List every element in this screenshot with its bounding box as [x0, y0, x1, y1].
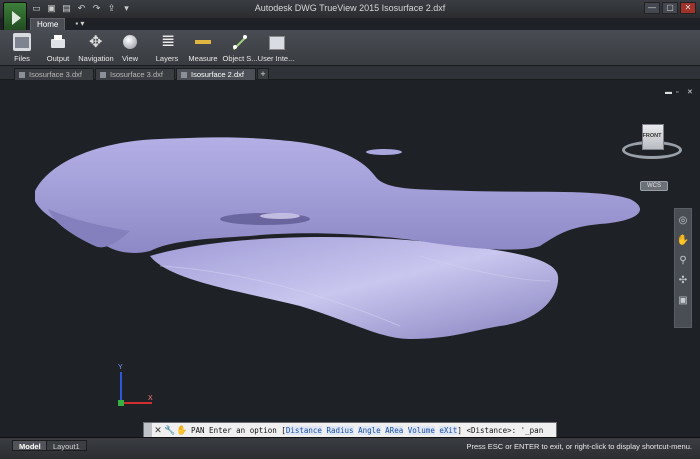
title-bar: ▭ ▣ ▤ ↶ ↷ ⇪ ▾ Autodesk DWG TrueView 2015… [0, 0, 700, 18]
option-area[interactable]: ARea [385, 425, 404, 435]
isosurface-model [35, 137, 640, 339]
status-bar: Model Layout1 Press ESC or ENTER to exit… [0, 437, 700, 459]
layout-tab-layout1[interactable]: Layout1 [46, 440, 87, 451]
showmotion-icon[interactable]: ▣ [675, 293, 691, 309]
files-label: Files [14, 54, 30, 63]
surface-small-fragment [366, 149, 402, 155]
ribbon-tabs: Home ▪ ▾ [30, 18, 90, 30]
window-controls: — ▢ ✕ [644, 2, 696, 14]
ucs-y-label: Y [118, 364, 123, 371]
viewcube-face-label[interactable]: FRONT [636, 133, 668, 139]
new-tab-button[interactable]: + [257, 68, 269, 80]
zoom-icon[interactable]: ⚲ [675, 253, 691, 269]
option-volume[interactable]: Volume [407, 425, 435, 435]
steering-wheel-icon[interactable]: ◎ [675, 213, 691, 229]
view-icon [121, 33, 139, 51]
surface-top [35, 137, 640, 253]
command-line[interactable]: ✕ 🔧 ✋ PAN Enter an option [Distance Radi… [143, 422, 557, 438]
pan-icon[interactable]: ✋ [675, 233, 691, 249]
tab-home[interactable]: Home [30, 18, 66, 30]
document-tab-active[interactable]: Isosurface 2.dxf [176, 68, 256, 80]
navigation-icon [87, 32, 105, 52]
measure-label: Measure [188, 54, 218, 63]
user-interface-button[interactable]: User Inte... [258, 31, 294, 65]
option-angle[interactable]: Angle [358, 425, 381, 435]
tab-extra-menu[interactable]: ▪ ▾ [69, 18, 90, 30]
files-button[interactable]: Files [8, 31, 36, 65]
minimize-icon[interactable]: — [644, 2, 660, 14]
layers-icon [158, 31, 176, 51]
ucs-x-label: X [148, 395, 153, 402]
object-snap-label: Object S... [222, 54, 258, 63]
navigation-button[interactable]: Navigation [76, 31, 116, 65]
user-interface-icon [267, 33, 285, 51]
measure-button[interactable]: Measure [186, 31, 220, 65]
wcs-menu-button[interactable]: WCS [640, 181, 668, 191]
application-menu-button[interactable] [3, 2, 27, 32]
pan-hand-icon: ✋ [176, 425, 188, 435]
option-radius[interactable]: Radius [326, 425, 354, 435]
command-suffix: ] <Distance>: '_pan [457, 425, 544, 435]
command-prefix: PAN Enter an option [ [191, 425, 286, 435]
status-message: Press ESC or ENTER to exit, or right-cli… [466, 442, 693, 451]
surface-underside [150, 236, 559, 339]
option-exit[interactable]: eXit [439, 425, 458, 435]
navigation-label: Navigation [78, 54, 114, 63]
maximize-icon[interactable]: ▢ [662, 2, 678, 14]
layers-label: Layers [155, 54, 179, 63]
object-snap-button[interactable]: Object S... [222, 31, 258, 65]
command-line-grip[interactable] [144, 423, 152, 437]
drawing-viewport[interactable]: ▬ ▫ ✕ FRONT WCS ◎ ✋ ⚲ ✣ ▣ Y X [0, 81, 700, 436]
output-button[interactable]: Output [42, 31, 74, 65]
window-title: Autodesk DWG TrueView 2015 Isosurface 2.… [254, 3, 446, 13]
layers-button[interactable]: Layers [152, 31, 182, 65]
command-prompt-text[interactable]: PAN Enter an option [Distance Radius Ang… [188, 425, 544, 435]
orbit-icon[interactable]: ✣ [675, 273, 691, 289]
output-label: Output [46, 54, 70, 63]
user-interface-label: User Inte... [257, 54, 295, 63]
measure-icon [194, 33, 212, 51]
printer-icon [49, 33, 67, 51]
close-icon[interactable]: ✕ [152, 423, 164, 437]
folder-icon [13, 33, 31, 51]
ribbon-panel: Files Output Navigation View Layers Meas… [0, 30, 700, 66]
document-tab-bar: Isosurface 3.dxf Isosurface 3.dxf Isosur… [0, 66, 700, 80]
view-label: View [121, 54, 139, 63]
view-button[interactable]: View [118, 31, 142, 65]
customize-icon[interactable]: 🔧 [164, 423, 176, 437]
option-distance[interactable]: Distance [285, 425, 322, 435]
document-tab[interactable]: Isosurface 3.dxf [95, 68, 175, 80]
layout-tab-model[interactable]: Model [12, 440, 48, 451]
object-snap-icon [231, 33, 249, 51]
close-icon[interactable]: ✕ [680, 2, 696, 14]
document-tab[interactable]: Isosurface 3.dxf [14, 68, 94, 80]
ucs-icon: Y X [108, 364, 158, 409]
navigation-bar: ◎ ✋ ⚲ ✣ ▣ [674, 208, 692, 328]
viewcube[interactable]: FRONT [622, 121, 682, 166]
